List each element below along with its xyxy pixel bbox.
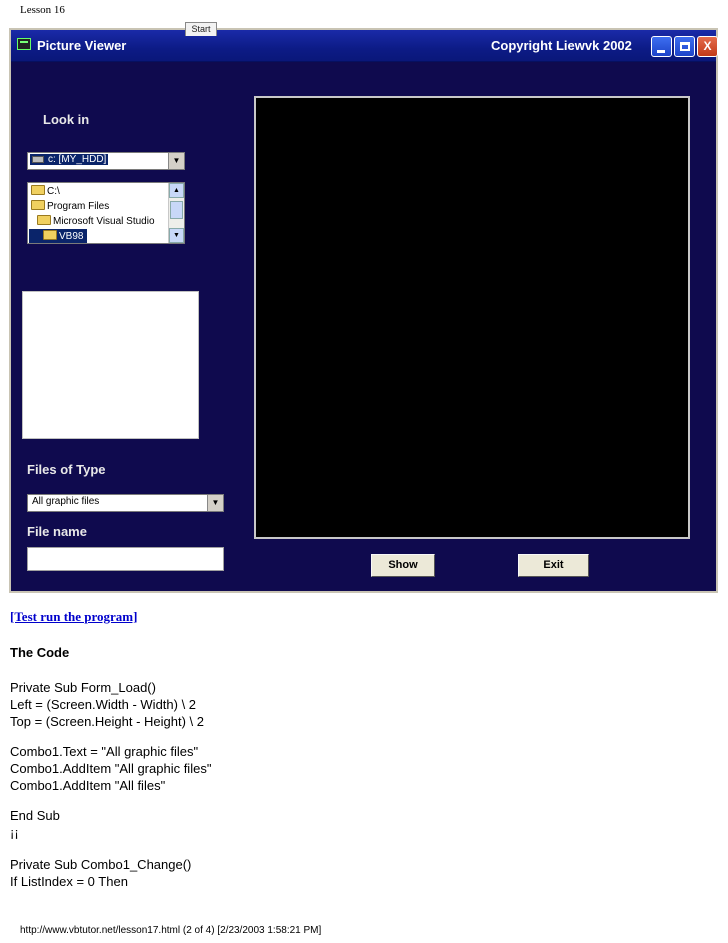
code-line: End Sub	[10, 808, 60, 823]
code-line: Left = (Screen.Width - Width) \ 2	[10, 697, 197, 712]
page-footer: http://www.vbtutor.net/lesson17.html (2 …	[20, 925, 322, 936]
folder-open-icon	[37, 215, 51, 225]
file-name-input[interactable]	[27, 547, 224, 571]
minimize-icon	[657, 50, 665, 53]
show-button[interactable]: Show	[371, 554, 435, 577]
scroll-up-icon[interactable]: ▲	[169, 183, 184, 198]
picture-display	[254, 96, 690, 539]
minimize-button[interactable]	[651, 36, 672, 57]
code-line: Combo1.AddItem "All graphic files"	[10, 761, 212, 776]
code-line: If ListIndex = 0 Then	[10, 874, 128, 889]
code-line: Top = (Screen.Height - Height) \ 2	[10, 714, 205, 729]
folder-open-icon	[31, 200, 45, 210]
scroll-thumb[interactable]	[170, 201, 183, 219]
drive-combo-value: c: [MY_HDD]	[48, 154, 107, 165]
test-run-link[interactable]: [Test run the program]	[10, 609, 137, 625]
code-line: Private Sub Combo1_Change()	[10, 857, 192, 872]
window-title: Picture Viewer	[37, 38, 127, 53]
dir-item-visual-studio[interactable]: Microsoft Visual Studio	[37, 214, 155, 229]
file-type-combo[interactable]: All graphic files ▼	[27, 494, 224, 512]
scroll-down-icon[interactable]: ▼	[169, 228, 184, 243]
file-name-label: File name	[27, 524, 87, 539]
exit-button[interactable]: Exit	[518, 554, 589, 577]
folder-open-icon	[31, 185, 45, 195]
picture-viewer-window: Picture Viewer Copyright Liewvk 2002 X L…	[9, 28, 718, 593]
code-line: Combo1.Text = "All graphic files"	[10, 744, 199, 759]
dir-scrollbar[interactable]: ▲ ▼	[168, 183, 184, 243]
look-in-label: Look in	[43, 112, 90, 127]
code-line: Combo1.AddItem "All files"	[10, 778, 166, 793]
file-list[interactable]	[22, 291, 199, 439]
code-heading: The Code	[10, 645, 70, 660]
dir-item-program-files[interactable]: Program Files	[31, 199, 109, 214]
maximize-button[interactable]	[674, 36, 695, 57]
chevron-down-icon[interactable]: ▼	[168, 153, 184, 169]
folder-open-icon	[43, 230, 57, 240]
files-of-type-label: Files of Type	[27, 462, 106, 477]
file-type-combo-value: All graphic files	[32, 496, 100, 507]
maximize-icon	[680, 42, 690, 51]
dir-item-vb98[interactable]: VB98	[29, 229, 88, 243]
title-bar[interactable]: Picture Viewer Copyright Liewvk 2002 X	[11, 30, 718, 62]
code-line: ¡¡	[10, 825, 19, 840]
chevron-down-icon[interactable]: ▼	[207, 495, 223, 511]
copyright-text: Copyright Liewvk 2002	[491, 38, 632, 53]
start-tab[interactable]: Start	[185, 22, 217, 36]
close-icon: X	[703, 39, 712, 53]
directory-list[interactable]: C:\ Program Files Microsoft Visual Studi…	[27, 182, 185, 244]
dir-item-root[interactable]: C:\	[31, 184, 60, 199]
app-icon	[17, 38, 31, 50]
drive-combo[interactable]: c: [MY_HDD] ▼	[27, 152, 185, 170]
close-button[interactable]: X	[697, 36, 718, 57]
page-header: Lesson 16	[20, 4, 65, 16]
drive-icon	[32, 155, 44, 163]
code-line: Private Sub Form_Load()	[10, 680, 156, 695]
